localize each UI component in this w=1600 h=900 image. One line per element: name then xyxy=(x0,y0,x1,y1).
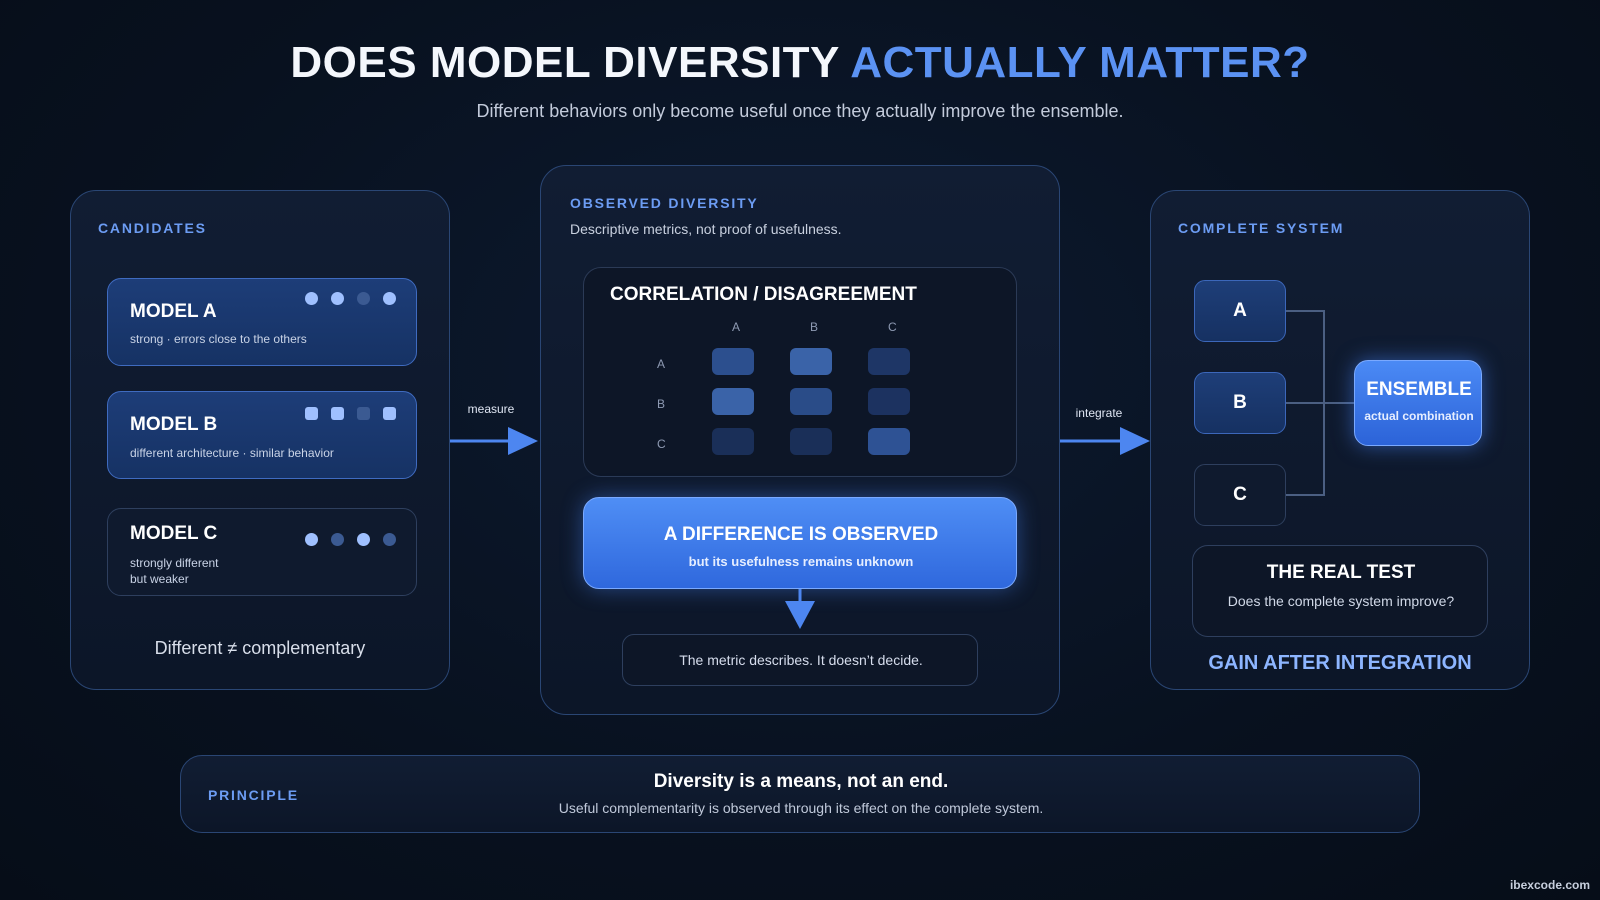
model-a-name: MODEL A xyxy=(130,301,217,322)
integrate-arrow-icon xyxy=(1060,427,1150,455)
difference-observed-box[interactable]: A DIFFERENCE IS OBSERVED but its usefuln… xyxy=(583,497,1017,589)
matrix-cell-ac xyxy=(868,348,910,375)
principle-title: Diversity is a means, not an end. xyxy=(653,771,949,792)
gain-after-integration: GAIN AFTER INTEGRATION xyxy=(1208,652,1472,674)
model-a-pip-2 xyxy=(331,292,344,305)
ensemble-title: ENSEMBLE xyxy=(1366,379,1472,400)
matrix-cell-ab xyxy=(790,348,832,375)
measure-label: measure xyxy=(467,402,515,416)
matrix-row-b: B xyxy=(657,397,666,411)
real-test-title: THE REAL TEST xyxy=(1266,562,1416,583)
model-c-desc-line1: strongly different xyxy=(130,556,219,570)
model-b-pip-3 xyxy=(357,407,370,420)
model-b-pip-1 xyxy=(305,407,318,420)
matrix-cell-cc xyxy=(868,428,910,455)
principle-bar: PRINCIPLE Diversity is a means, not an e… xyxy=(180,755,1420,833)
model-c-pip-1 xyxy=(305,533,318,546)
observed-desc: Descriptive metrics, not proof of useful… xyxy=(570,221,842,237)
model-a-pip-3 xyxy=(357,292,370,305)
page-title: DOES MODEL DIVERSITY ACTUALLY MATTER? xyxy=(0,38,1600,88)
metric-note-text: The metric describes. It doesn’t decide. xyxy=(679,652,923,668)
matrix-cell-bc xyxy=(868,388,910,415)
integrate-label: integrate xyxy=(1075,406,1123,420)
page-subtitle: Different behaviors only become useful o… xyxy=(476,101,1124,121)
system-node-a[interactable]: A xyxy=(1194,280,1286,342)
matrix-cell-aa xyxy=(712,348,754,375)
model-a-pip-4 xyxy=(383,292,396,305)
system-node-b[interactable]: B xyxy=(1194,372,1286,434)
title-main: DOES MODEL DIVERSITY xyxy=(290,38,851,87)
model-a-pip-1 xyxy=(305,292,318,305)
ensemble-node[interactable]: ENSEMBLE actual combination xyxy=(1354,360,1482,446)
model-b-card[interactable]: MODEL B different architecture · similar… xyxy=(107,391,417,479)
model-c-name: MODEL C xyxy=(130,523,218,544)
metric-note: The metric describes. It doesn’t decide. xyxy=(622,634,978,686)
principle-desc: Useful complementarity is observed throu… xyxy=(558,800,1044,816)
matrix-row-c: C xyxy=(657,437,666,451)
model-b-desc: different architecture · similar behavio… xyxy=(130,446,334,460)
matrix-cell-cb xyxy=(790,428,832,455)
observed-label: OBSERVED DIVERSITY xyxy=(570,195,759,211)
difference-observed-title: A DIFFERENCE IS OBSERVED xyxy=(663,524,939,545)
measure-arrow-icon xyxy=(450,427,538,455)
model-b-pip-4 xyxy=(383,407,396,420)
model-c-desc-line2: but weaker xyxy=(130,572,189,586)
matrix-cell-ca xyxy=(712,428,754,455)
matrix-col-c: C xyxy=(888,320,897,334)
down-arrow-icon xyxy=(785,589,815,629)
watermark: ibexcode.com xyxy=(1509,878,1590,892)
model-b-name: MODEL B xyxy=(130,414,218,435)
model-b-pip-2 xyxy=(331,407,344,420)
system-connectors xyxy=(1286,310,1354,496)
model-a-desc: strong · errors close to the others xyxy=(130,332,307,346)
model-c-pip-4 xyxy=(383,533,396,546)
ensemble-sub: actual combination xyxy=(1364,409,1474,423)
candidates-footer: Different ≠ complementary xyxy=(154,638,366,658)
matrix-col-b: B xyxy=(810,320,819,334)
matrix-col-a: A xyxy=(732,320,741,334)
model-c-pip-3 xyxy=(357,533,370,546)
model-c-card[interactable]: MODEL C strongly different but weaker xyxy=(107,508,417,596)
system-label: COMPLETE SYSTEM xyxy=(1178,220,1345,236)
matrix-cell-ba xyxy=(712,388,754,415)
matrix-row-a: A xyxy=(657,357,666,371)
system-node-c[interactable]: C xyxy=(1194,464,1286,526)
model-c-pip-2 xyxy=(331,533,344,546)
matrix-card: CORRELATION / DISAGREEMENT A B C A B C xyxy=(583,267,1017,477)
difference-observed-sub: but its usefulness remains unknown xyxy=(688,554,914,569)
title-accent: ACTUALLY MATTER? xyxy=(850,38,1310,87)
candidates-label: CANDIDATES xyxy=(98,220,207,236)
matrix-title: CORRELATION / DISAGREEMENT xyxy=(610,284,917,305)
real-test-desc: Does the complete system improve? xyxy=(1227,593,1455,609)
real-test-card: THE REAL TEST Does the complete system i… xyxy=(1192,545,1488,637)
model-a-card[interactable]: MODEL A strong · errors close to the oth… xyxy=(107,278,417,366)
matrix-cell-bb xyxy=(790,388,832,415)
